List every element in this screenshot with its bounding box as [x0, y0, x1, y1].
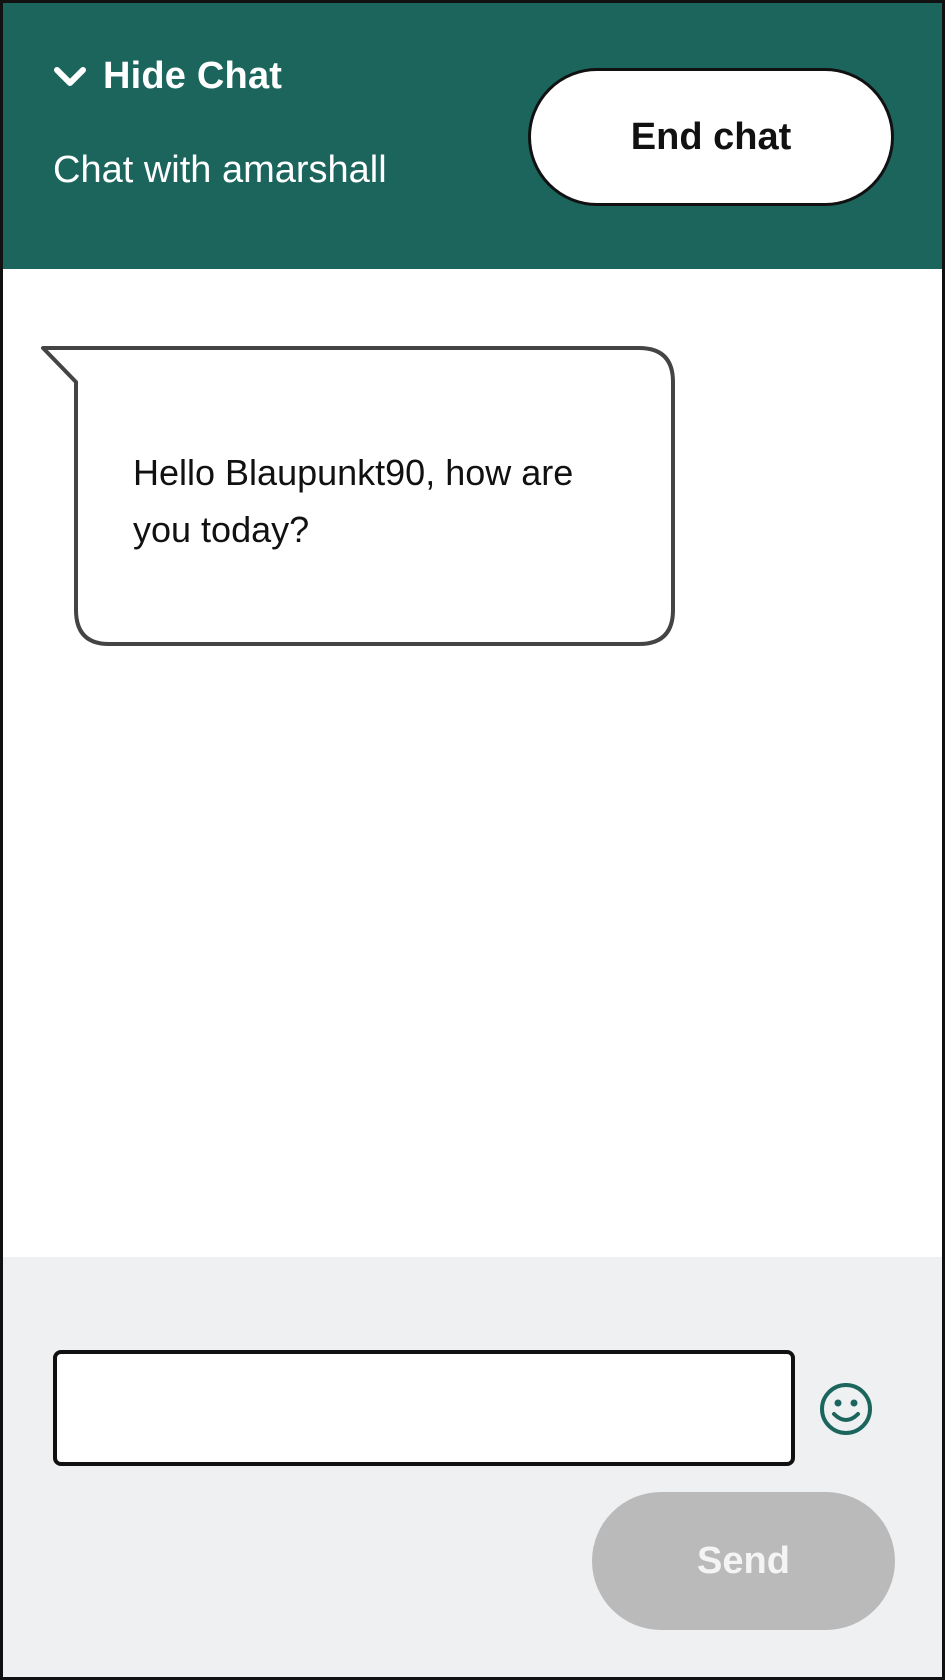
chat-header: Hide Chat Chat with amarshall End chat: [3, 3, 942, 269]
end-chat-button[interactable]: End chat: [528, 68, 894, 206]
smiley-face-icon: [820, 1383, 872, 1435]
send-button[interactable]: Send: [592, 1492, 895, 1630]
chat-composer: Send: [3, 1257, 942, 1677]
chat-with-title: Chat with amarshall: [53, 149, 387, 191]
message-bubble-agent: Hello Blaupunkt90, how are you today?: [41, 346, 675, 648]
message-input[interactable]: [53, 1350, 795, 1466]
chevron-down-icon: [54, 66, 86, 86]
chat-window: Hide Chat Chat with amarshall End chat H…: [0, 0, 945, 1680]
chat-transcript: Hello Blaupunkt90, how are you today?: [3, 269, 942, 1257]
emoji-button[interactable]: [818, 1381, 874, 1437]
hide-chat-label: Hide Chat: [103, 55, 283, 97]
hide-chat-toggle[interactable]: Hide Chat: [53, 55, 282, 98]
message-text: Hello Blaupunkt90, how are you today?: [133, 452, 574, 550]
